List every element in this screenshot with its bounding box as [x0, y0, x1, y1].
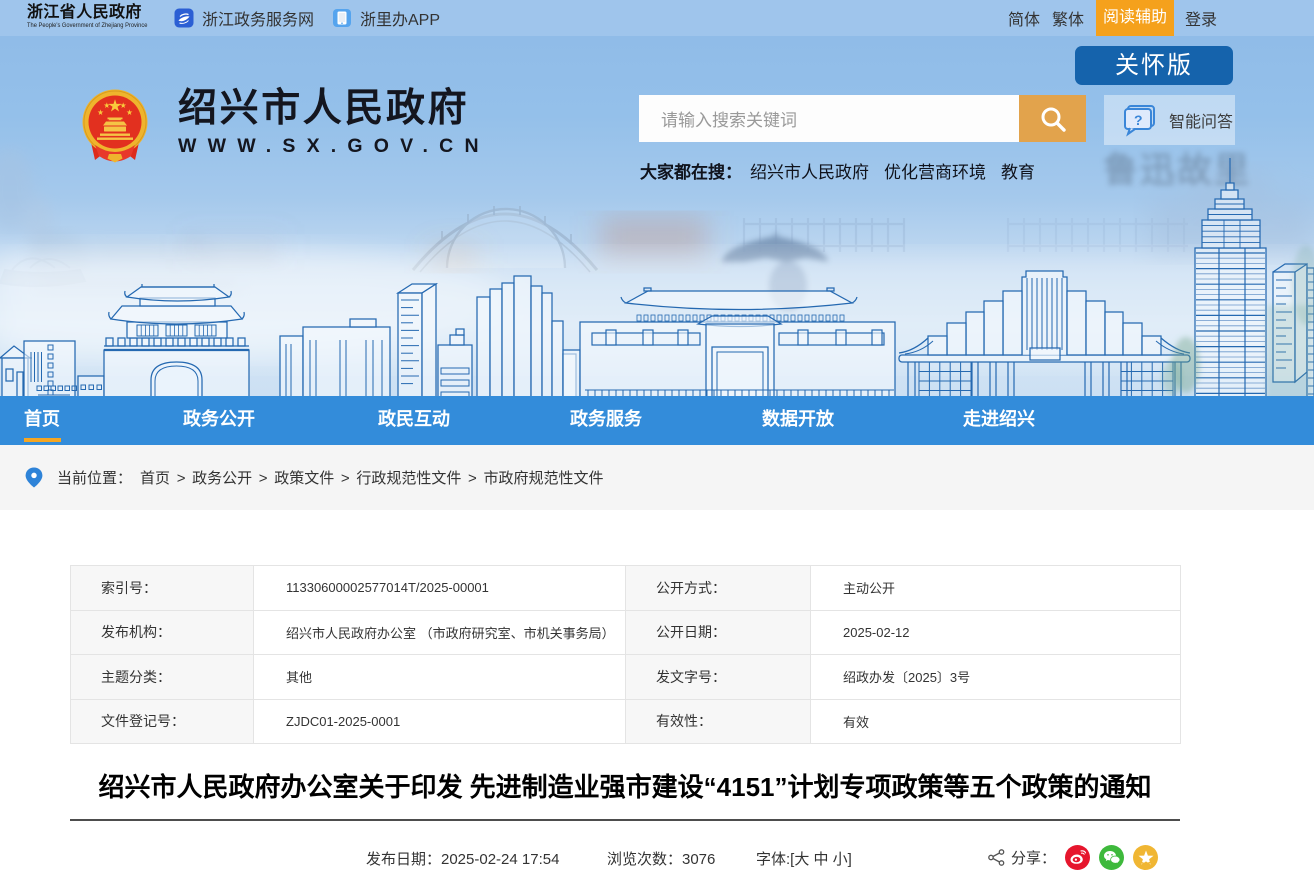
svg-text:?: ? [1134, 112, 1143, 128]
